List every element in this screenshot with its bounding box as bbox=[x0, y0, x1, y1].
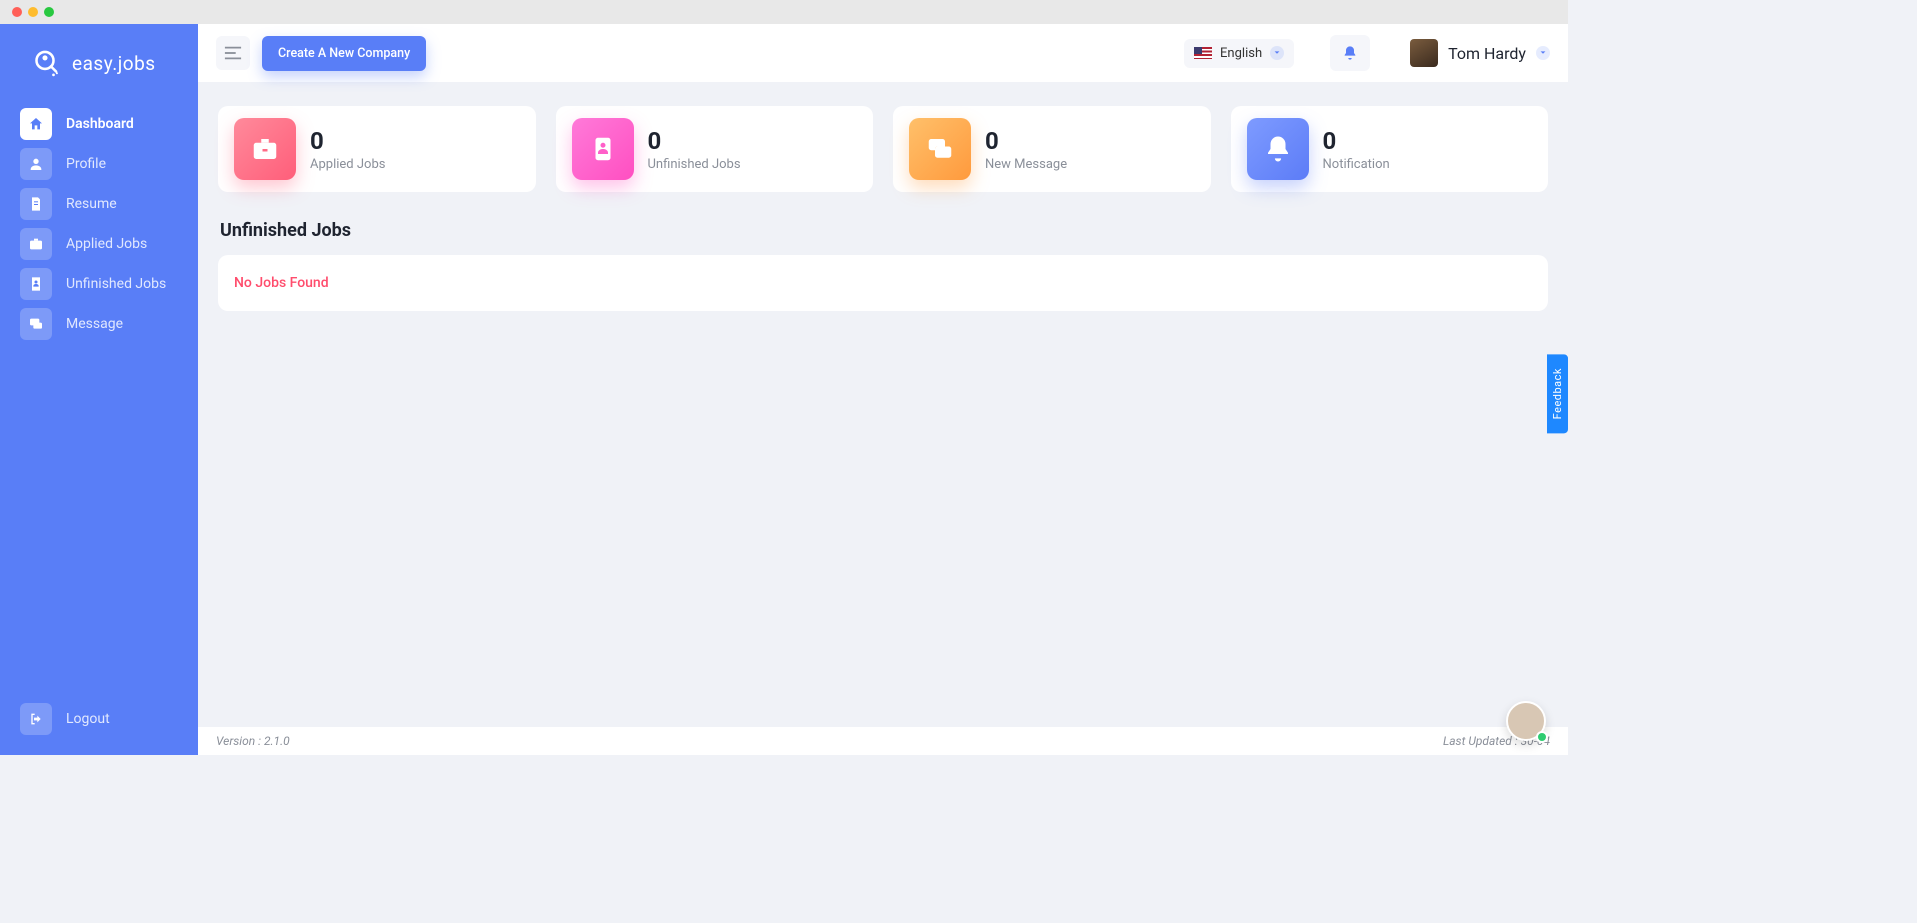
chevron-down-icon bbox=[1270, 46, 1284, 60]
menu-toggle[interactable] bbox=[216, 36, 250, 70]
window-minimize[interactable] bbox=[28, 7, 38, 17]
user-menu[interactable]: Tom Hardy bbox=[1410, 39, 1550, 67]
flag-us-icon bbox=[1194, 47, 1212, 59]
sidebar-item-dashboard[interactable]: Dashboard bbox=[16, 108, 182, 140]
card-applied-jobs[interactable]: 0 Applied Jobs bbox=[218, 106, 536, 192]
document-icon bbox=[20, 188, 52, 220]
notifications-button[interactable] bbox=[1330, 35, 1370, 71]
create-company-button[interactable]: Create A New Company bbox=[262, 36, 426, 71]
user-name-label: Tom Hardy bbox=[1448, 44, 1526, 63]
card-value: 0 bbox=[1323, 127, 1390, 155]
briefcase-icon bbox=[20, 228, 52, 260]
card-label: Notification bbox=[1323, 157, 1390, 172]
sidebar-item-label: Applied Jobs bbox=[66, 236, 147, 252]
sidebar: easy.jobs Dashboard Profile Resume Appli… bbox=[0, 24, 198, 755]
card-value: 0 bbox=[648, 127, 741, 155]
chevron-down-icon bbox=[1536, 46, 1550, 60]
bell-icon bbox=[1342, 45, 1358, 61]
sidebar-item-unfinished-jobs[interactable]: Unfinished Jobs bbox=[16, 268, 182, 300]
briefcase-icon bbox=[234, 118, 296, 180]
feedback-tab[interactable]: Feedback bbox=[1547, 354, 1568, 433]
sidebar-nav: Dashboard Profile Resume Applied Jobs Un… bbox=[0, 104, 198, 693]
sidebar-item-label: Dashboard bbox=[66, 116, 134, 132]
unfinished-jobs-panel: No Jobs Found bbox=[218, 255, 1548, 311]
language-label: English bbox=[1220, 46, 1262, 61]
sidebar-item-label: Message bbox=[66, 316, 123, 332]
card-value: 0 bbox=[985, 127, 1067, 155]
user-icon bbox=[20, 148, 52, 180]
footer: Version : 2.1.0 Last Updated : 30-04 bbox=[198, 727, 1568, 755]
logo-icon bbox=[28, 46, 62, 80]
version-label: Version : 2.1.0 bbox=[216, 734, 290, 748]
sidebar-item-profile[interactable]: Profile bbox=[16, 148, 182, 180]
card-value: 0 bbox=[310, 127, 385, 155]
window-close[interactable] bbox=[12, 7, 22, 17]
home-icon bbox=[20, 108, 52, 140]
window-titlebar bbox=[0, 0, 1568, 24]
stat-cards: 0 Applied Jobs 0 Unfinished Jobs 0 New bbox=[218, 106, 1548, 192]
user-avatar bbox=[1410, 39, 1438, 67]
card-label: New Message bbox=[985, 157, 1067, 172]
card-label: Unfinished Jobs bbox=[648, 157, 741, 172]
logout-icon bbox=[20, 703, 52, 735]
presence-indicator bbox=[1536, 731, 1548, 743]
chat-icon bbox=[909, 118, 971, 180]
topbar: Create A New Company English Tom Hardy bbox=[198, 24, 1568, 82]
sidebar-item-message[interactable]: Message bbox=[16, 308, 182, 340]
hamburger-icon bbox=[224, 46, 242, 60]
window-maximize[interactable] bbox=[44, 7, 54, 17]
document-user-icon bbox=[572, 118, 634, 180]
document-user-icon bbox=[20, 268, 52, 300]
sidebar-item-label: Profile bbox=[66, 156, 106, 172]
sidebar-item-resume[interactable]: Resume bbox=[16, 188, 182, 220]
main-content: Create A New Company English Tom Hardy bbox=[198, 24, 1568, 755]
sidebar-item-logout[interactable]: Logout bbox=[16, 703, 182, 735]
card-new-message[interactable]: 0 New Message bbox=[893, 106, 1211, 192]
language-selector[interactable]: English bbox=[1184, 39, 1294, 68]
sidebar-item-label: Resume bbox=[66, 196, 117, 212]
app-logo[interactable]: easy.jobs bbox=[0, 34, 198, 104]
card-notification[interactable]: 0 Notification bbox=[1231, 106, 1549, 192]
section-title-unfinished: Unfinished Jobs bbox=[220, 220, 1546, 241]
bell-icon bbox=[1247, 118, 1309, 180]
sidebar-item-applied-jobs[interactable]: Applied Jobs bbox=[16, 228, 182, 260]
card-label: Applied Jobs bbox=[310, 157, 385, 172]
empty-state-text: No Jobs Found bbox=[234, 275, 1532, 291]
card-unfinished-jobs[interactable]: 0 Unfinished Jobs bbox=[556, 106, 874, 192]
chat-icon bbox=[20, 308, 52, 340]
sidebar-item-label: Unfinished Jobs bbox=[66, 276, 166, 292]
sidebar-item-label: Logout bbox=[66, 711, 110, 727]
logo-text: easy.jobs bbox=[72, 52, 156, 75]
